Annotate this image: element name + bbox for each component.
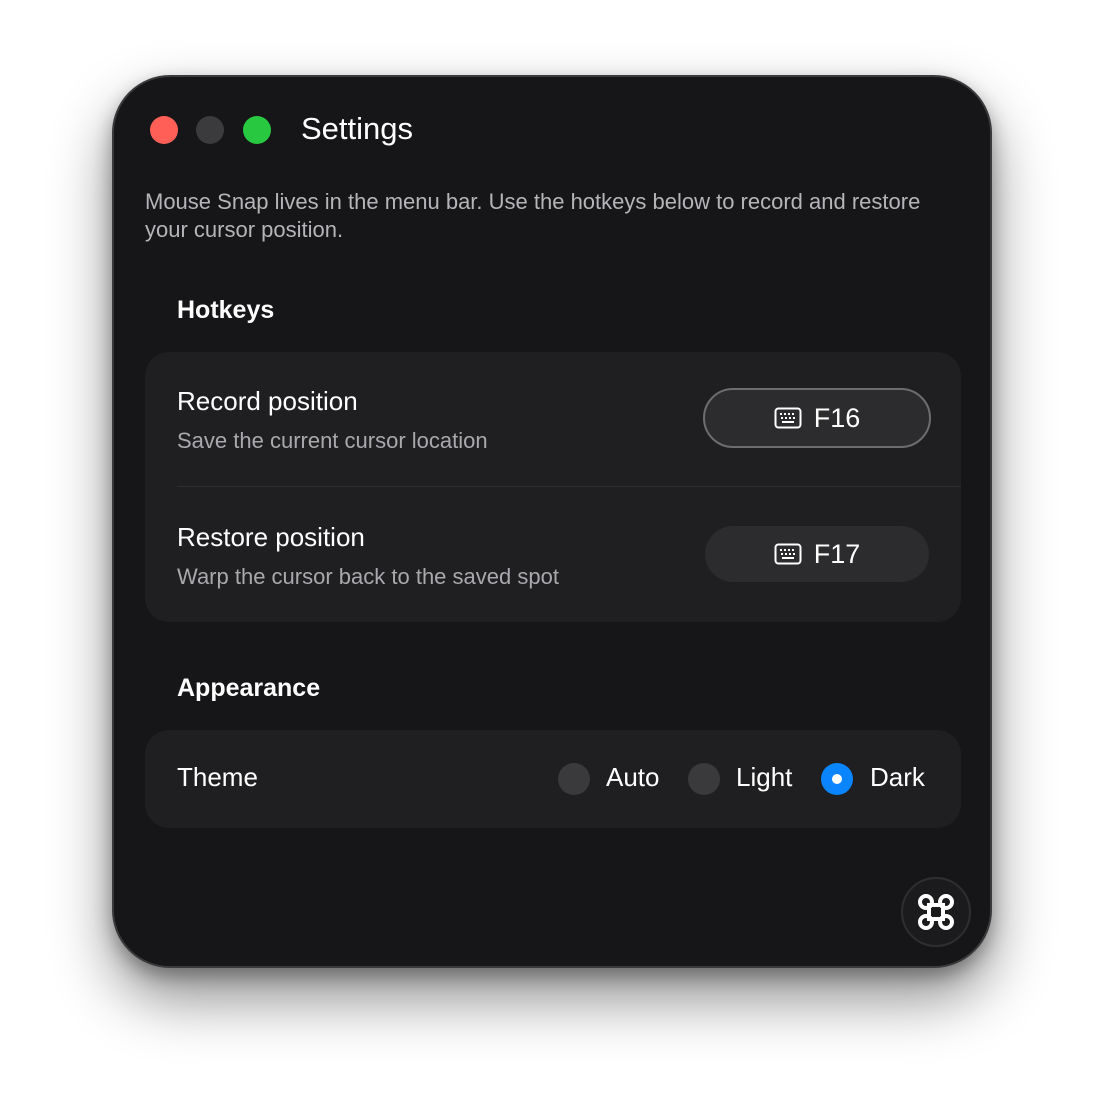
hotkeys-heading: Hotkeys [177, 296, 275, 324]
theme-light-label[interactable]: Light [736, 762, 792, 793]
minimize-window-button[interactable] [196, 116, 224, 144]
appearance-card: Theme Auto Light Dark [145, 730, 961, 828]
theme-dark-radio[interactable] [821, 763, 853, 795]
hotkeys-card: Record position Save the current cursor … [145, 352, 961, 622]
appearance-heading: Appearance [177, 674, 321, 702]
theme-dark-label[interactable]: Dark [870, 762, 925, 793]
theme-auto-radio[interactable] [558, 763, 590, 795]
record-hotkey-button[interactable]: F16 [703, 388, 931, 448]
theme-light-radio[interactable] [688, 763, 720, 795]
theme-auto-label[interactable]: Auto [606, 762, 660, 793]
window-title: Settings [301, 111, 414, 146]
record-position-title: Record position [177, 386, 358, 416]
restore-position-title: Restore position [177, 522, 365, 552]
keyboard-icon [774, 407, 802, 429]
restore-position-subtitle: Warp the cursor back to the saved spot [177, 564, 559, 589]
intro-text: Mouse Snap lives in the menu bar. Use th… [145, 189, 921, 242]
restore-hotkey-button[interactable]: F17 [705, 526, 929, 582]
command-key-icon [918, 894, 954, 930]
record-position-subtitle: Save the current cursor location [177, 428, 488, 453]
restore-hotkey-label: F17 [813, 538, 861, 569]
keyboard-icon [774, 543, 802, 565]
command-button[interactable] [901, 877, 971, 947]
close-window-button[interactable] [150, 116, 178, 144]
row-divider [177, 486, 961, 487]
theme-label: Theme [177, 762, 258, 792]
record-hotkey-label: F16 [813, 402, 861, 433]
settings-window: Settings Mouse Snap lives in the menu ba… [112, 75, 992, 968]
maximize-window-button[interactable] [243, 116, 271, 144]
